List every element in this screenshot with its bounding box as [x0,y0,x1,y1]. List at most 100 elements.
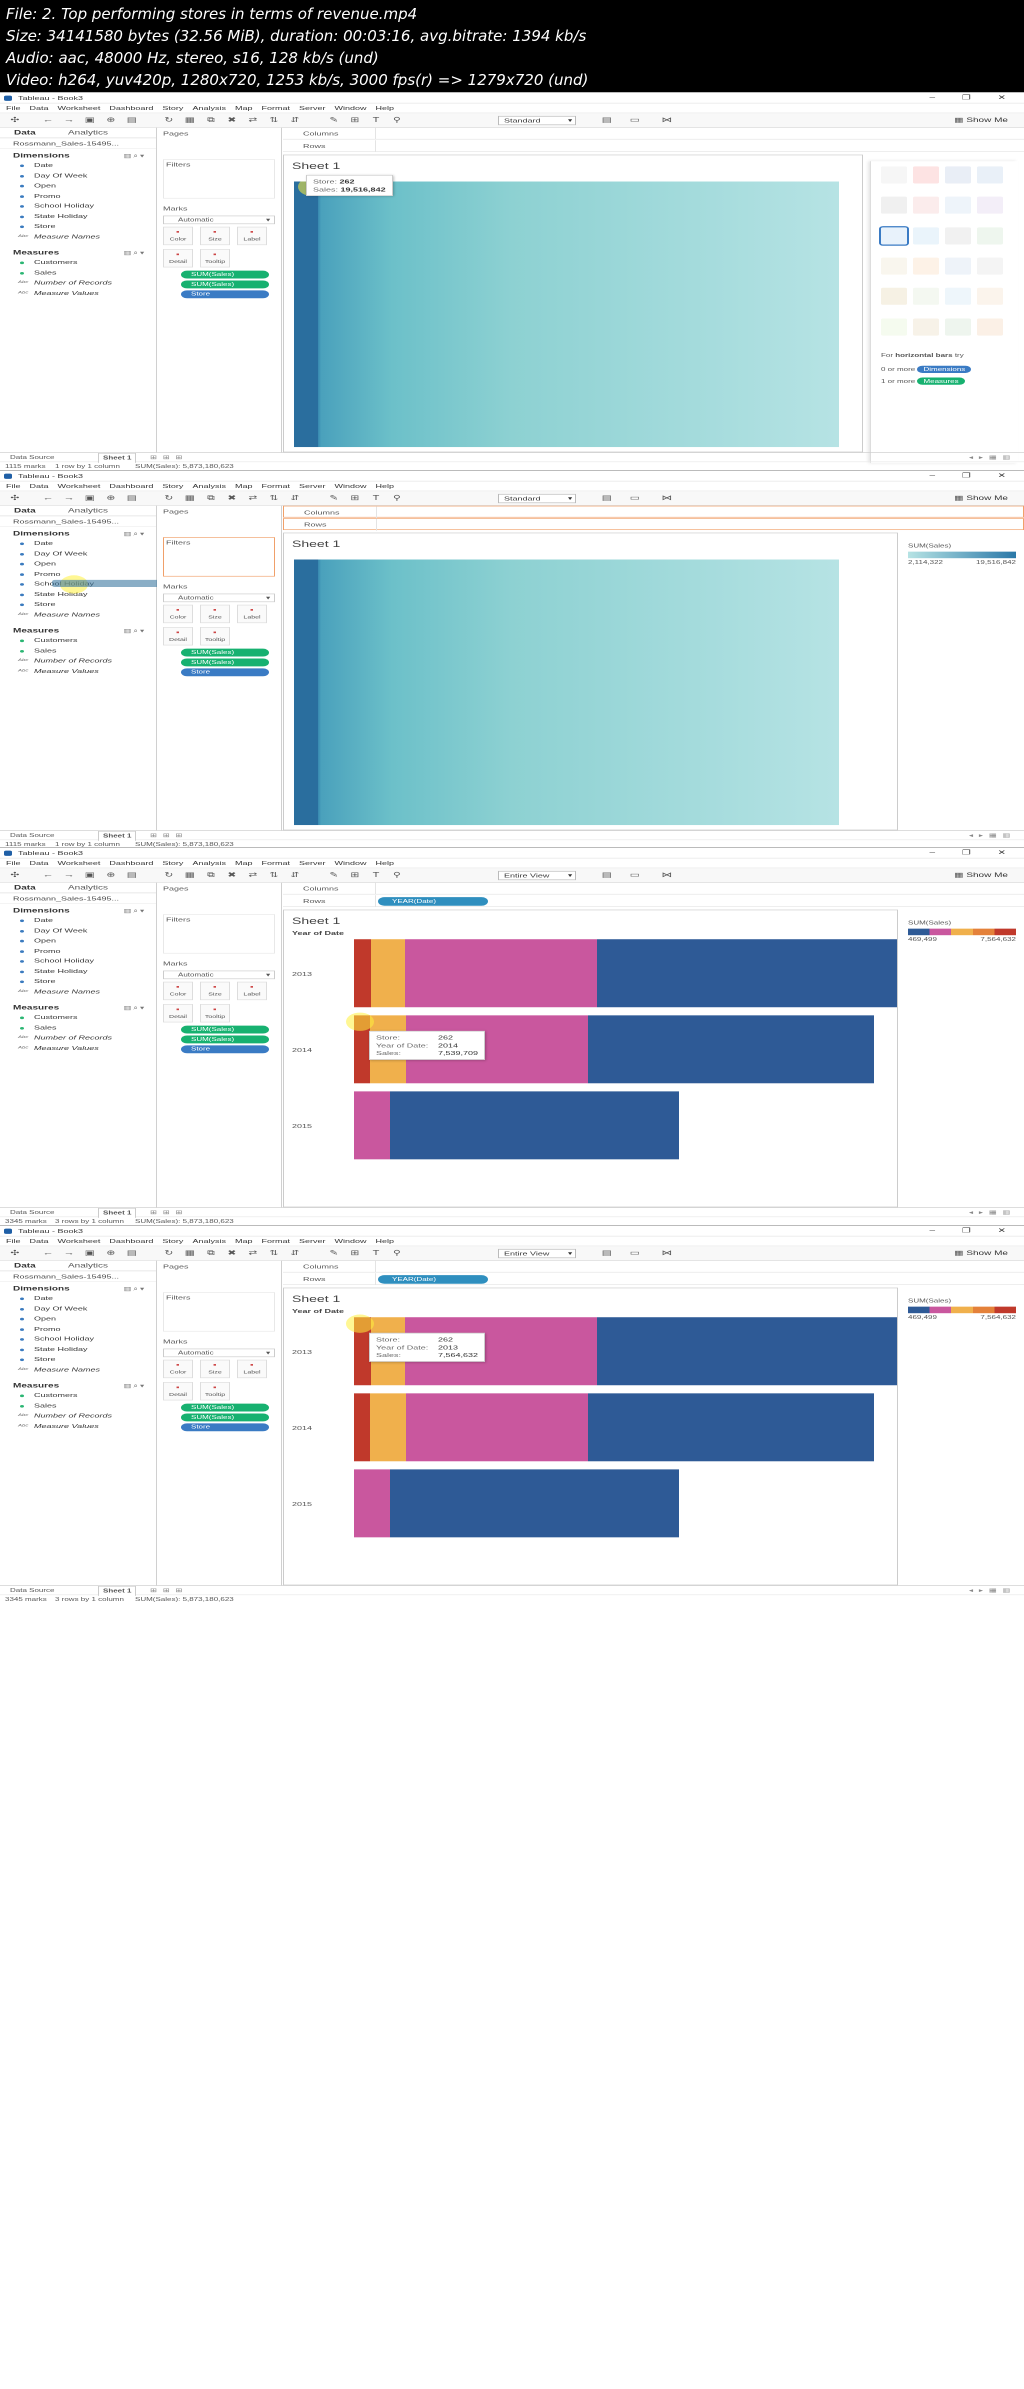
marks-pill-2[interactable]: SUM(Sales) [181,1413,269,1422]
new-sheet-icon[interactable]: ▦ [183,871,197,880]
menu-help[interactable]: Help [376,860,395,867]
menu-server[interactable]: Server [299,105,326,112]
chart-type-option[interactable] [913,196,939,214]
mark-color-button[interactable]: Color [163,1359,193,1379]
redo-icon[interactable]: → [62,871,76,880]
columns-shelf[interactable]: Columns [283,882,1024,895]
treemap-segment[interactable] [354,939,371,1008]
treemap-segment[interactable] [596,1317,897,1386]
filters-card[interactable]: Filters [163,159,275,199]
filters-card[interactable]: Filters [163,1292,275,1332]
tab-analytics[interactable]: Analytics [68,1261,108,1271]
marks-pill-3[interactable]: Store [181,1045,269,1054]
new-sheet-tab-icons[interactable]: ⊞⊞⊞ [150,831,188,840]
measure-sales[interactable]: Sales [0,646,156,656]
menu-map[interactable]: Map [235,1238,253,1245]
sort-desc-icon[interactable]: ⇵ [288,1249,302,1258]
clear-icon[interactable]: ✖ [225,116,239,125]
highlight-icon[interactable]: ✎ [327,116,341,125]
duplicate-icon[interactable]: ⧉ [204,1249,218,1258]
sheet-nav-icon[interactable]: ◂▸▦▥ [969,831,1016,840]
dimension-day-of-week[interactable]: Day Of Week [0,549,156,559]
menu-dashboard[interactable]: Dashboard [109,483,153,490]
mark-detail-button[interactable]: Detail [163,1004,193,1023]
chart-type-option[interactable] [881,166,907,184]
menu-story[interactable]: Story [162,483,183,490]
menu-worksheet[interactable]: Worksheet [58,483,101,490]
duplicate-icon[interactable]: ⧉ [204,871,218,880]
menu-data[interactable]: Data [30,860,49,867]
pages-card[interactable]: Pages [163,130,275,143]
treemap-segment[interactable] [354,1091,367,1160]
measure-number-of-records[interactable]: Number of Records [0,656,156,666]
dimension-state-holiday[interactable]: State Holiday [0,966,156,976]
mark-size-button[interactable]: Size [200,1359,230,1379]
dimension-school-holiday[interactable]: School Holiday [0,201,156,211]
dimension-date[interactable]: Date [0,539,156,549]
undo-icon[interactable]: ← [41,116,55,125]
datasource-item[interactable]: Rossmann_Sales-15495... [0,516,156,527]
menu-server[interactable]: Server [299,483,326,490]
group-icon[interactable]: ⊞ [348,871,362,880]
measure-measure-values[interactable]: Measure Values [0,666,156,676]
tableau-home-icon[interactable]: ✣ [8,494,22,503]
dimension-date[interactable]: Date [0,161,156,171]
new-datasource-icon[interactable]: ⊕ [104,1249,118,1258]
measure-sales[interactable]: Sales [0,268,156,278]
mark-color-button[interactable]: Color [163,226,193,246]
marks-pill-1[interactable]: SUM(Sales) [181,648,269,657]
dimension-store[interactable]: Store [0,1355,156,1365]
fit-dropdown[interactable]: Standard [498,115,576,126]
datasource-tab[interactable]: Data Source [10,1208,54,1217]
treemap-segment[interactable] [596,939,897,1008]
marks-pill-3[interactable]: Store [181,668,269,677]
mark-label-button[interactable]: Label [237,226,267,246]
dimension-school-holiday[interactable]: School Holiday [0,1334,156,1344]
mark-type-dropdown[interactable]: Automatic [163,215,275,225]
rows-shelf[interactable]: Rows YEAR(Date) [283,1273,1024,1286]
sort-asc-icon[interactable]: ⇅ [267,494,281,503]
tab-data[interactable]: Data [14,128,36,138]
chart-type-option[interactable] [881,257,907,275]
refresh-icon[interactable]: ↻ [162,494,176,503]
new-sheet-icon[interactable]: ▦ [183,116,197,125]
chart-type-option[interactable] [913,318,939,336]
menu-dashboard[interactable]: Dashboard [109,105,153,112]
dimension-day-of-week[interactable]: Day Of Week [0,926,156,936]
tab-analytics[interactable]: Analytics [68,506,108,516]
sort-asc-icon[interactable]: ⇅ [267,871,281,880]
duplicate-icon[interactable]: ⧉ [204,494,218,503]
menu-map[interactable]: Map [235,105,253,112]
new-datasource-icon[interactable]: ⊕ [104,871,118,880]
measure-measure-values[interactable]: Measure Values [0,288,156,298]
presentation-icon[interactable]: ▭ [628,1249,642,1258]
menu-format[interactable]: Format [261,483,290,490]
menu-dashboard[interactable]: Dashboard [109,860,153,867]
menu-window[interactable]: Window [335,483,367,490]
redo-icon[interactable]: → [62,1249,76,1258]
marks-pill-3[interactable]: Store [181,290,269,299]
treemap-top-store[interactable] [294,559,318,826]
mark-detail-button[interactable]: Detail [163,1382,193,1401]
dimension-store[interactable]: Store [0,222,156,232]
mark-label-button[interactable]: Label [237,604,267,624]
tableau-home-icon[interactable]: ✣ [8,116,22,125]
measure-sales[interactable]: Sales [0,1023,156,1033]
show-cards-icon[interactable]: ▤ [600,116,614,125]
save-icon[interactable]: ▣ [83,494,97,503]
chart-type-option[interactable] [977,196,1003,214]
pin-icon[interactable]: ⚲ [390,871,404,880]
columns-shelf[interactable]: Columns [283,1260,1024,1273]
menu-data[interactable]: Data [30,105,49,112]
label-icon[interactable]: T [369,871,383,880]
menu-help[interactable]: Help [376,105,395,112]
pause-icon[interactable]: ▤ [125,116,139,125]
swap-icon[interactable]: ⇄ [246,1249,260,1258]
menu-server[interactable]: Server [299,1238,326,1245]
mark-detail-button[interactable]: Detail [163,627,193,646]
group-icon[interactable]: ⊞ [348,1249,362,1258]
marks-pill-1[interactable]: SUM(Sales) [181,1025,269,1034]
dimension-school-holiday[interactable]: School Holiday [0,956,156,966]
refresh-icon[interactable]: ↻ [162,116,176,125]
label-icon[interactable]: T [369,1249,383,1258]
